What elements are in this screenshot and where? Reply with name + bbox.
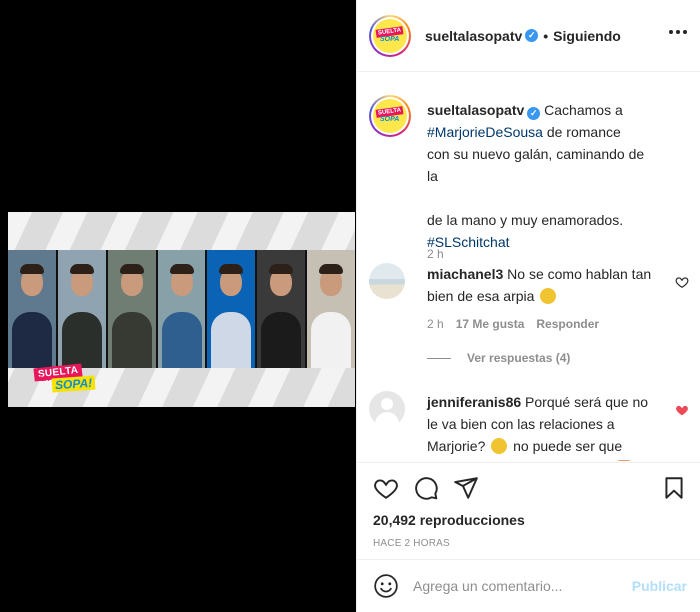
comment-meta: 2 h 17 Me gusta Responder	[427, 317, 599, 331]
view-count-label: reproducciones	[419, 512, 525, 528]
following-button[interactable]: Siguiendo	[553, 28, 621, 44]
share-paper-plane-icon[interactable]	[453, 475, 479, 501]
post-header: SUELTA SOPA sueltalasopatv ✓ • Siguiendo	[357, 0, 700, 72]
comment-composer: Publicar	[357, 559, 700, 612]
collage-photo-6	[257, 250, 306, 368]
caption-text-part1: Cachamos a	[544, 102, 623, 118]
post-side-panel: SUELTA SOPA sueltalasopatv ✓ • Siguiendo …	[356, 0, 700, 612]
header-separator: •	[543, 27, 549, 44]
person-shrugging-icon	[615, 460, 632, 461]
commenter-username[interactable]: miachanel3	[427, 266, 503, 282]
caption-time[interactable]: 2 h	[427, 247, 444, 261]
verified-badge-icon: ✓	[527, 107, 541, 120]
logo-text-line3: SOPA!	[51, 375, 96, 393]
default-avatar[interactable]	[369, 391, 405, 427]
view-replies-label: Ver respuestas (4)	[467, 351, 571, 365]
view-count-number: 20,492	[373, 512, 416, 528]
header-avatar[interactable]: SUELTA SOPA	[369, 14, 411, 57]
reply-button[interactable]: Responder	[536, 317, 599, 331]
replies-divider	[427, 357, 451, 359]
collage-photo-3	[107, 250, 156, 368]
save-bookmark-icon[interactable]	[661, 475, 687, 501]
collage-photo-2	[57, 250, 106, 368]
confounded-face-icon	[540, 288, 557, 304]
like-heart-icon[interactable]	[373, 475, 399, 501]
verified-badge-icon: ✓	[525, 29, 539, 42]
collage-photo-5	[207, 250, 256, 368]
comment-input[interactable]	[413, 578, 628, 594]
post-actions: 20,492 reproducciones HACE 2 HORAS	[357, 462, 700, 558]
caption-text: sueltalasopatv ✓ Cachamos a #MarjorieDeSo…	[427, 99, 647, 253]
collage-photo-7	[307, 250, 355, 368]
post-comment-button[interactable]: Publicar	[632, 578, 687, 594]
view-replies-button[interactable]: Ver respuestas (4)	[427, 351, 570, 365]
caption-text-part3: de la mano y muy enamorados.	[427, 212, 624, 228]
collage-photo-1	[8, 250, 56, 368]
video-frame: SUELTA LA SOPA!	[8, 212, 355, 407]
thinking-face-icon	[491, 438, 508, 454]
more-options-icon[interactable]	[669, 30, 687, 36]
hashtag-link[interactable]: #MarjorieDeSousa	[427, 124, 543, 140]
action-icons	[373, 475, 479, 501]
suelta-la-sopa-logo: SUELTA LA SOPA!	[33, 363, 96, 398]
emoji-picker-icon[interactable]	[373, 573, 399, 599]
logo-text-line2: LA	[40, 376, 50, 383]
comments-section[interactable]: SUELTA SOPA sueltalasopatv ✓ Cachamos a #M…	[357, 73, 700, 461]
instagram-post: SUELTA LA SOPA! SUELTA SOPA sueltalasopat…	[0, 0, 700, 612]
comment-bubble-icon[interactable]	[413, 475, 439, 501]
commenter-username[interactable]: jenniferanis86	[427, 394, 521, 410]
liked-heart-icon[interactable]	[675, 403, 689, 417]
header-username[interactable]: sueltalasopatv	[425, 28, 522, 44]
comment-text: jenniferanis86 Porqué será que no le va …	[427, 391, 657, 461]
comment-time[interactable]: 2 h	[427, 317, 444, 331]
view-count[interactable]: 20,492 reproducciones	[373, 512, 525, 528]
commenter-avatar[interactable]	[369, 263, 405, 299]
collage-photo-4	[157, 250, 206, 368]
caption-avatar[interactable]: SUELTA SOPA	[369, 95, 411, 137]
caption-username[interactable]: sueltalasopatv	[427, 102, 524, 118]
post-media-video[interactable]: SUELTA LA SOPA!	[0, 0, 356, 612]
post-timestamp[interactable]: HACE 2 HORAS	[373, 538, 450, 549]
comment-likes[interactable]: 17 Me gusta	[456, 317, 525, 331]
comment-text: miachanel3 No se como hablan tan bien de…	[427, 263, 657, 307]
photo-collage	[8, 250, 355, 368]
like-heart-icon[interactable]	[675, 275, 689, 289]
